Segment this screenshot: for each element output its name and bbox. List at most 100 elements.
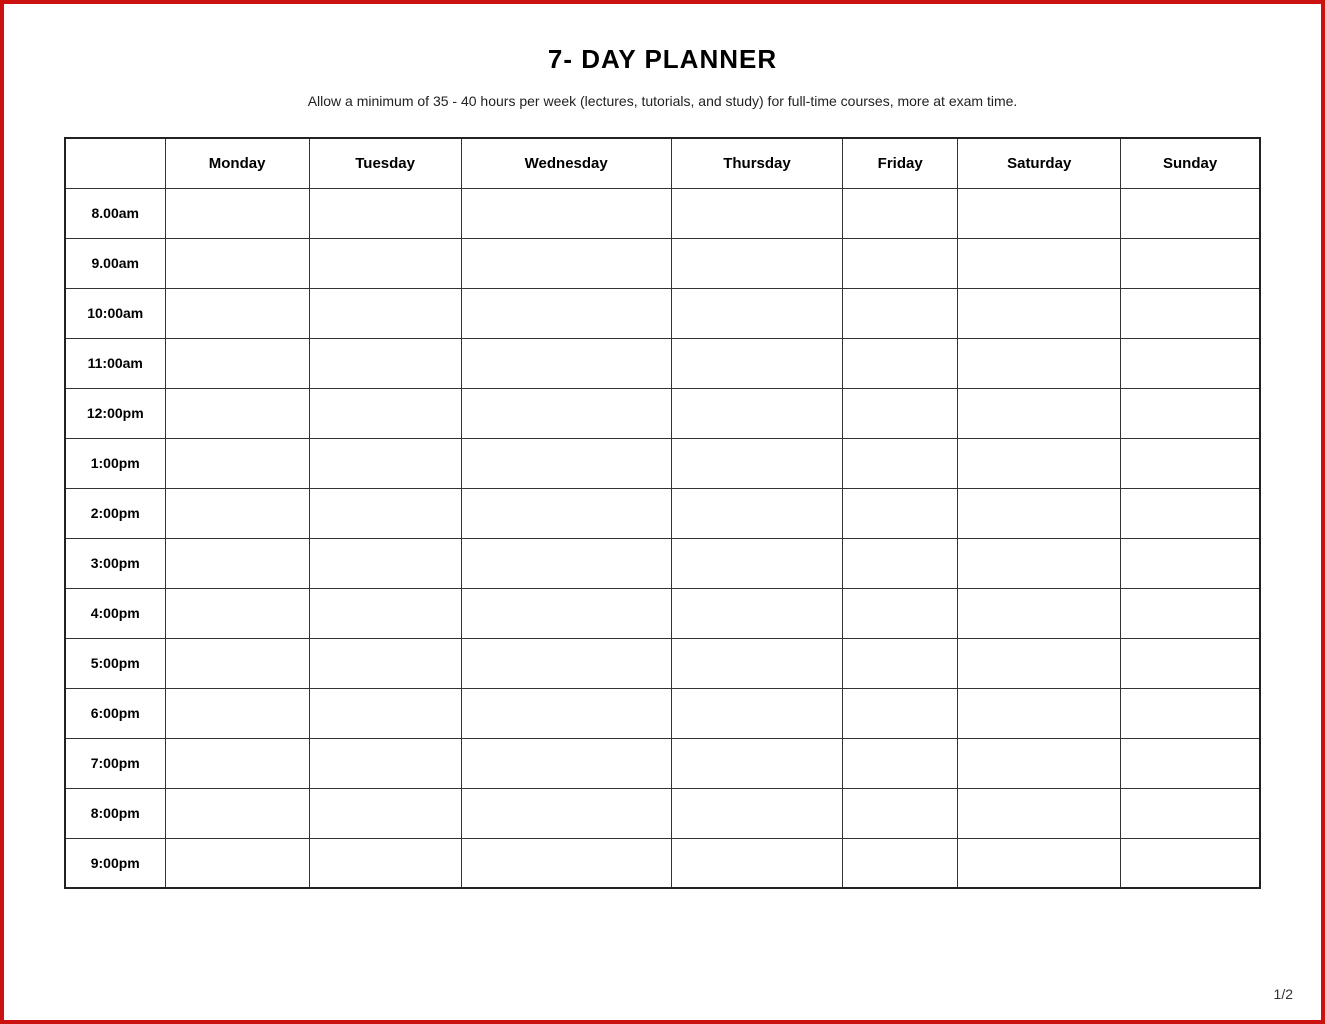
planner-cell[interactable]	[461, 738, 671, 788]
planner-cell[interactable]	[461, 838, 671, 888]
planner-cell[interactable]	[309, 788, 461, 838]
planner-cell[interactable]	[671, 788, 842, 838]
planner-cell[interactable]	[309, 838, 461, 888]
planner-cell[interactable]	[309, 488, 461, 538]
planner-cell[interactable]	[1121, 788, 1260, 838]
planner-cell[interactable]	[958, 788, 1121, 838]
planner-cell[interactable]	[461, 388, 671, 438]
planner-cell[interactable]	[165, 338, 309, 388]
planner-cell[interactable]	[958, 488, 1121, 538]
planner-cell[interactable]	[671, 488, 842, 538]
planner-cell[interactable]	[671, 288, 842, 338]
planner-cell[interactable]	[165, 388, 309, 438]
planner-cell[interactable]	[165, 588, 309, 638]
planner-cell[interactable]	[461, 538, 671, 588]
planner-cell[interactable]	[165, 288, 309, 338]
planner-cell[interactable]	[671, 638, 842, 688]
planner-cell[interactable]	[1121, 638, 1260, 688]
planner-cell[interactable]	[309, 588, 461, 638]
planner-cell[interactable]	[309, 438, 461, 488]
planner-cell[interactable]	[843, 738, 958, 788]
planner-cell[interactable]	[1121, 538, 1260, 588]
planner-cell[interactable]	[671, 538, 842, 588]
planner-cell[interactable]	[309, 638, 461, 688]
planner-cell[interactable]	[958, 238, 1121, 288]
planner-cell[interactable]	[309, 338, 461, 388]
planner-cell[interactable]	[309, 188, 461, 238]
planner-cell[interactable]	[958, 838, 1121, 888]
planner-cell[interactable]	[958, 738, 1121, 788]
planner-cell[interactable]	[461, 788, 671, 838]
planner-cell[interactable]	[309, 688, 461, 738]
planner-cell[interactable]	[671, 738, 842, 788]
planner-cell[interactable]	[843, 788, 958, 838]
planner-cell[interactable]	[165, 538, 309, 588]
planner-cell[interactable]	[671, 588, 842, 638]
planner-cell[interactable]	[165, 838, 309, 888]
planner-cell[interactable]	[958, 288, 1121, 338]
planner-cell[interactable]	[958, 538, 1121, 588]
planner-cell[interactable]	[843, 488, 958, 538]
planner-cell[interactable]	[671, 338, 842, 388]
planner-cell[interactable]	[843, 838, 958, 888]
planner-cell[interactable]	[1121, 238, 1260, 288]
planner-cell[interactable]	[461, 688, 671, 738]
planner-cell[interactable]	[958, 638, 1121, 688]
planner-cell[interactable]	[671, 238, 842, 288]
planner-cell[interactable]	[958, 688, 1121, 738]
planner-cell[interactable]	[165, 488, 309, 538]
planner-cell[interactable]	[958, 588, 1121, 638]
planner-cell[interactable]	[309, 738, 461, 788]
planner-cell[interactable]	[671, 388, 842, 438]
planner-cell[interactable]	[843, 288, 958, 338]
planner-cell[interactable]	[309, 288, 461, 338]
planner-cell[interactable]	[461, 288, 671, 338]
planner-cell[interactable]	[1121, 688, 1260, 738]
time-label: 7:00pm	[65, 738, 165, 788]
planner-cell[interactable]	[309, 238, 461, 288]
planner-cell[interactable]	[165, 738, 309, 788]
planner-cell[interactable]	[843, 688, 958, 738]
planner-cell[interactable]	[1121, 438, 1260, 488]
planner-cell[interactable]	[1121, 188, 1260, 238]
planner-cell[interactable]	[671, 838, 842, 888]
planner-cell[interactable]	[843, 638, 958, 688]
planner-cell[interactable]	[165, 238, 309, 288]
planner-cell[interactable]	[1121, 338, 1260, 388]
planner-cell[interactable]	[843, 238, 958, 288]
planner-cell[interactable]	[1121, 738, 1260, 788]
planner-cell[interactable]	[461, 488, 671, 538]
planner-cell[interactable]	[671, 188, 842, 238]
planner-cell[interactable]	[671, 688, 842, 738]
planner-cell[interactable]	[671, 438, 842, 488]
planner-cell[interactable]	[843, 188, 958, 238]
planner-cell[interactable]	[461, 238, 671, 288]
planner-cell[interactable]	[1121, 288, 1260, 338]
planner-cell[interactable]	[843, 338, 958, 388]
planner-cell[interactable]	[843, 538, 958, 588]
planner-cell[interactable]	[461, 338, 671, 388]
header-sunday: Sunday	[1121, 138, 1260, 188]
planner-cell[interactable]	[1121, 838, 1260, 888]
planner-cell[interactable]	[461, 188, 671, 238]
planner-cell[interactable]	[1121, 388, 1260, 438]
planner-cell[interactable]	[843, 388, 958, 438]
planner-cell[interactable]	[461, 638, 671, 688]
planner-cell[interactable]	[165, 188, 309, 238]
planner-cell[interactable]	[165, 438, 309, 488]
planner-cell[interactable]	[958, 338, 1121, 388]
planner-cell[interactable]	[843, 438, 958, 488]
planner-cell[interactable]	[958, 388, 1121, 438]
planner-cell[interactable]	[309, 538, 461, 588]
planner-cell[interactable]	[309, 388, 461, 438]
planner-cell[interactable]	[1121, 488, 1260, 538]
planner-cell[interactable]	[958, 438, 1121, 488]
planner-cell[interactable]	[958, 188, 1121, 238]
planner-cell[interactable]	[165, 788, 309, 838]
planner-cell[interactable]	[461, 438, 671, 488]
planner-cell[interactable]	[165, 688, 309, 738]
planner-cell[interactable]	[461, 588, 671, 638]
planner-cell[interactable]	[843, 588, 958, 638]
planner-cell[interactable]	[1121, 588, 1260, 638]
planner-cell[interactable]	[165, 638, 309, 688]
